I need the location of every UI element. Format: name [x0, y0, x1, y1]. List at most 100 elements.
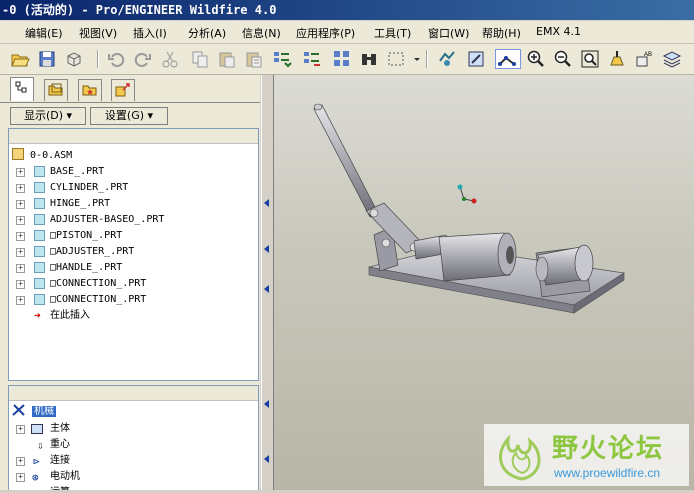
- insert-arrow-icon: ➜: [34, 308, 41, 324]
- part-icon: [34, 262, 45, 273]
- mechanism-item-analyses[interactable]: 运算: [9, 485, 259, 490]
- part-icon: [34, 166, 45, 177]
- menu-bar: ) 编辑(E) 视图(V) 插入(I) 分析(A) 信息(N) 应用程序(P) …: [0, 21, 694, 44]
- tree-item[interactable]: +□CONNECTION_.PRT: [9, 276, 259, 292]
- part-icon: [34, 214, 45, 225]
- model-tree-icon: [14, 80, 30, 96]
- coordinate-triad-icon: [458, 185, 477, 204]
- paste-icon[interactable]: [217, 49, 237, 69]
- main-toolbar: AB: [0, 44, 694, 75]
- folder-icon: [48, 82, 64, 98]
- collapse-arrow-icon[interactable]: [264, 285, 269, 293]
- menu-insert[interactable]: 插入(I): [133, 25, 167, 41]
- watermark-url: www.proewildfire.cn: [554, 466, 660, 480]
- mechanism-item-motors[interactable]: + ⊛ 电动机: [9, 469, 259, 485]
- navigator-panel: 显示(D) ▾ 设置(G) ▾ 0-0.ASM +BASE_.PRT +CYLI…: [0, 75, 260, 490]
- tree-root-label: 0-0.ASM: [30, 150, 72, 161]
- connections-icon: [115, 82, 131, 98]
- settings-dropdown-label: 设置(G): [105, 109, 144, 122]
- tab-model-tree[interactable]: [10, 77, 34, 101]
- tree-item[interactable]: +CYLINDER_.PRT: [9, 180, 259, 196]
- part-icon: [34, 278, 45, 289]
- part-icon: [34, 198, 45, 209]
- tab-folder-browser[interactable]: [44, 79, 68, 101]
- tree-item[interactable]: +HINGE_.PRT: [9, 196, 259, 212]
- model-tree-header: [9, 129, 258, 144]
- tree-root-assembly[interactable]: 0-0.ASM: [12, 148, 72, 164]
- tree-item[interactable]: +ADJUSTER-BASEO_.PRT: [9, 212, 259, 228]
- collapse-arrow-icon[interactable]: [264, 400, 269, 408]
- mechanism-root[interactable]: 机械: [12, 404, 56, 420]
- tree-item[interactable]: +BASE_.PRT: [9, 164, 259, 180]
- regen-manager-icon[interactable]: [302, 49, 322, 69]
- mechanism-item-connections[interactable]: + ⊳ 连接: [9, 453, 259, 469]
- watermark: 野火论坛 www.proewildfire.cn: [484, 424, 689, 486]
- tree-insert-here[interactable]: ➜ 在此插入: [9, 308, 259, 324]
- assembly-icon: [12, 148, 24, 160]
- binoculars-icon[interactable]: [359, 49, 379, 69]
- part-icon: [34, 294, 45, 305]
- display-dropdown-label: 显示(D): [24, 109, 63, 122]
- menu-emx[interactable]: EMX 4.1: [536, 25, 581, 38]
- favorites-icon: [82, 82, 98, 98]
- paste-special-icon[interactable]: [244, 49, 264, 69]
- mechanism-item-gravity[interactable]: ⇩ 重心: [9, 437, 259, 453]
- zoom-in-icon[interactable]: [526, 49, 546, 69]
- handle-lever: [314, 105, 378, 217]
- menu-help[interactable]: 帮助(H): [482, 25, 521, 41]
- open-icon[interactable]: [10, 49, 30, 69]
- tree-item[interactable]: +□PISTON_.PRT: [9, 228, 259, 244]
- model-tree: 0-0.ASM +BASE_.PRT +CYLINDER_.PRT +HINGE…: [8, 128, 259, 381]
- tree-item[interactable]: +□ADJUSTER_.PRT: [9, 244, 259, 260]
- gravity-icon: ⇩: [37, 438, 44, 454]
- select-box-icon[interactable]: [386, 49, 406, 69]
- part-icon: [34, 182, 45, 193]
- menu-analysis[interactable]: 分析(A): [188, 25, 226, 41]
- tab-connections[interactable]: [111, 79, 135, 101]
- mechanism-icon: [12, 404, 26, 416]
- flame-logo-icon: [486, 425, 556, 485]
- motor-icon: ⊛: [32, 470, 39, 486]
- watermark-title: 野火论坛: [552, 428, 664, 465]
- select-dropdown-icon[interactable]: [407, 49, 419, 69]
- menu-edit[interactable]: 编辑(E): [25, 25, 63, 41]
- tree-item[interactable]: +□CONNECTION_.PRT: [9, 292, 259, 308]
- save-icon[interactable]: [37, 49, 57, 69]
- bodies-icon: [31, 424, 43, 434]
- find-icon[interactable]: [332, 49, 352, 69]
- cut-icon[interactable]: [160, 49, 180, 69]
- menu-window[interactable]: 窗口(W): [428, 25, 469, 41]
- undo-icon[interactable]: [106, 49, 126, 69]
- tab-favorites[interactable]: [78, 79, 102, 101]
- window-title-bar: -0 (活动的) - Pro/ENGINEER Wildfire 4.0: [0, 0, 694, 20]
- refit-icon[interactable]: [580, 49, 600, 69]
- panel-splitter[interactable]: [261, 75, 274, 490]
- repaint-icon[interactable]: [607, 49, 627, 69]
- menu-tools[interactable]: 工具(T): [374, 25, 411, 41]
- menu-view[interactable]: 视图(V): [79, 25, 117, 41]
- menu-info[interactable]: 信息(N): [242, 25, 281, 41]
- mechanism-tree: 机械 + 主体 ⇩ 重心 + ⊳ 连接 + ⊛ 电动机 运算: [8, 385, 259, 490]
- redo-icon[interactable]: [133, 49, 153, 69]
- spin-center-icon[interactable]: [437, 49, 457, 69]
- layers-icon[interactable]: [662, 49, 682, 69]
- regenerate-icon[interactable]: [272, 49, 292, 69]
- mechanism-item-bodies[interactable]: + 主体: [9, 421, 259, 437]
- collapse-arrow-icon[interactable]: [264, 455, 269, 463]
- cube-icon[interactable]: [64, 49, 84, 69]
- copy-icon[interactable]: [190, 49, 210, 69]
- orient-icon[interactable]: [466, 49, 486, 69]
- display-dropdown[interactable]: 显示(D) ▾: [10, 107, 86, 125]
- joint-icon: ⊳: [33, 454, 40, 470]
- zoom-out-icon[interactable]: [553, 49, 573, 69]
- tree-item[interactable]: +□HANDLE_.PRT: [9, 260, 259, 276]
- settings-dropdown[interactable]: 设置(G) ▾: [90, 107, 168, 125]
- named-views-icon[interactable]: AB: [634, 49, 654, 69]
- menu-applications[interactable]: 应用程序(P): [296, 25, 355, 41]
- part-icon: [34, 246, 45, 257]
- part-icon: [34, 230, 45, 241]
- window-title: -0 (活动的) - Pro/ENGINEER Wildfire 4.0: [2, 3, 276, 17]
- collapse-arrow-icon[interactable]: [264, 245, 269, 253]
- connection-icon[interactable]: [495, 49, 521, 69]
- collapse-arrow-icon[interactable]: [264, 199, 269, 207]
